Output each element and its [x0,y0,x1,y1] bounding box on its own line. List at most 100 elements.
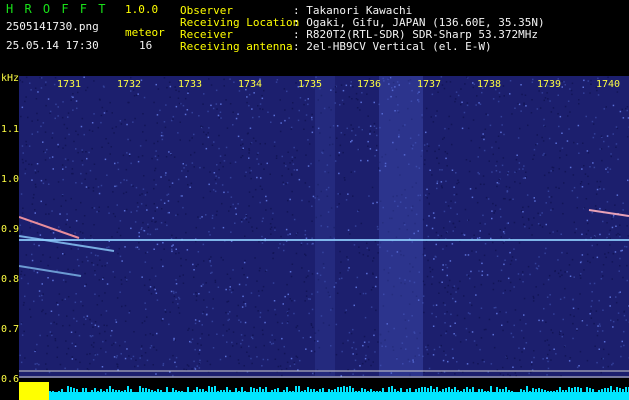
noise-speck [101,106,104,109]
noise-speck [130,162,132,165]
noise-speck [577,124,580,127]
noise-speck [356,107,359,109]
level-meter-spike [370,389,372,400]
noise-speck [243,365,245,367]
noise-speck [545,247,547,250]
noise-speck [248,149,251,152]
noise-speck [196,365,199,367]
noise-speck [590,310,592,312]
noise-speck [611,226,614,229]
noise-speck [307,165,310,167]
noise-speck [289,198,291,201]
noise-speck [600,278,603,280]
noise-speck [141,155,144,157]
noise-speck [520,84,522,86]
noise-speck [149,333,152,335]
noise-speck [527,265,530,268]
noise-speck [180,264,182,267]
noise-speck [227,313,229,315]
noise-speck [590,317,593,319]
noise-speck [244,305,247,307]
noise-speck [298,178,301,181]
noise-speck [561,251,563,254]
noise-speck [117,161,119,164]
noise-speck [272,342,275,345]
noise-speck [565,154,568,156]
noise-speck [561,80,563,82]
noise-speck [576,207,578,209]
noise-speck [619,110,622,113]
noise-speck [615,146,617,148]
noise-speck [173,156,176,158]
noise-speck [223,160,226,162]
noise-speck [443,87,446,90]
level-meter-spike [211,387,213,400]
noise-speck [156,158,159,161]
noise-speck [241,221,243,223]
noise-speck [246,351,248,353]
noise-speck [42,293,44,295]
noise-speck [374,351,376,353]
noise-speck [213,227,215,229]
noise-speck [606,236,608,239]
noise-speck [150,345,153,347]
noise-speck [249,172,251,174]
noise-speck [609,168,612,170]
noise-speck [362,292,365,295]
noise-speck [259,185,262,187]
level-meter-spike [226,387,228,400]
noise-speck [473,83,476,85]
noise-speck [469,313,471,315]
noise-band [315,76,335,376]
noise-speck [548,349,551,351]
noise-speck [307,275,309,277]
noise-speck [517,273,520,275]
noise-speck [346,256,348,258]
noise-speck [214,178,217,181]
noise-speck [97,126,99,129]
noise-speck [190,341,192,344]
level-meter-spike [94,388,96,400]
noise-speck [250,142,252,145]
noise-speck [80,125,83,128]
noise-speck [433,348,436,351]
noise-speck [457,287,460,289]
level-meter-spike [112,389,114,400]
noise-speck [180,257,182,260]
noise-speck [547,278,550,281]
noise-speck [455,172,457,174]
noise-speck [86,157,88,160]
noise-speck [20,277,23,280]
level-meter-spike [352,388,354,400]
noise-speck [172,301,174,304]
noise-speck [244,303,247,305]
noise-speck [480,337,483,339]
noise-speck [206,306,208,308]
noise-speck [350,332,353,335]
noise-speck [202,196,205,199]
noise-speck [86,86,89,89]
noise-speck [21,145,24,147]
noise-speck [603,341,606,343]
noise-speck [104,158,107,161]
noise-speck [143,364,146,366]
noise-speck [547,98,549,100]
noise-speck [610,319,612,322]
noise-speck [545,321,547,323]
noise-speck [219,162,222,164]
noise-speck [531,81,534,83]
noise-speck [625,246,628,248]
noise-speck [496,255,499,257]
noise-speck [227,319,229,322]
noise-speck [522,168,524,170]
noise-speck [124,341,126,343]
noise-speck [290,173,293,175]
level-meter-spike [517,392,519,400]
noise-speck [40,77,43,79]
noise-speck [575,228,578,230]
noise-speck [98,192,101,195]
noise-speck [71,168,74,170]
noise-speck [249,217,252,219]
noise-speck [522,281,524,283]
noise-speck [264,270,267,272]
